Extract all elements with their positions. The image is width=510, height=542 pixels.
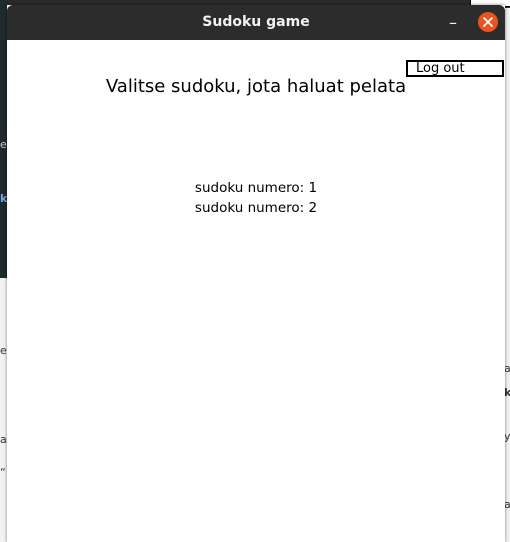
- page-heading: Valitse sudoku, jota haluat pelata: [105, 76, 407, 97]
- sudoku-link-1[interactable]: sudoku numero: 1: [7, 178, 505, 198]
- background-text-fragment: a: [0, 433, 7, 446]
- background-text-fragment: “: [0, 466, 6, 479]
- main-content: Log out Valitse sudoku, jota haluat pela…: [7, 40, 505, 542]
- background-window-right: [505, 8, 510, 542]
- title-bar[interactable]: Sudoku game –: [7, 5, 505, 40]
- close-icon: [483, 17, 493, 27]
- close-button[interactable]: [478, 12, 498, 32]
- background-text-fragment: e: [0, 138, 7, 151]
- logout-button[interactable]: Log out: [406, 60, 504, 77]
- background-window-left: [0, 278, 7, 542]
- minimize-button[interactable]: –: [443, 13, 463, 33]
- window-title: Sudoku game: [202, 14, 310, 30]
- sudoku-window: Sudoku game – Log out Valitse sudoku, jo…: [7, 5, 505, 542]
- sudoku-list: sudoku numero: 1 sudoku numero: 2: [7, 178, 505, 218]
- sudoku-link-2[interactable]: sudoku numero: 2: [7, 198, 505, 218]
- background-text-fragment: e: [0, 344, 7, 357]
